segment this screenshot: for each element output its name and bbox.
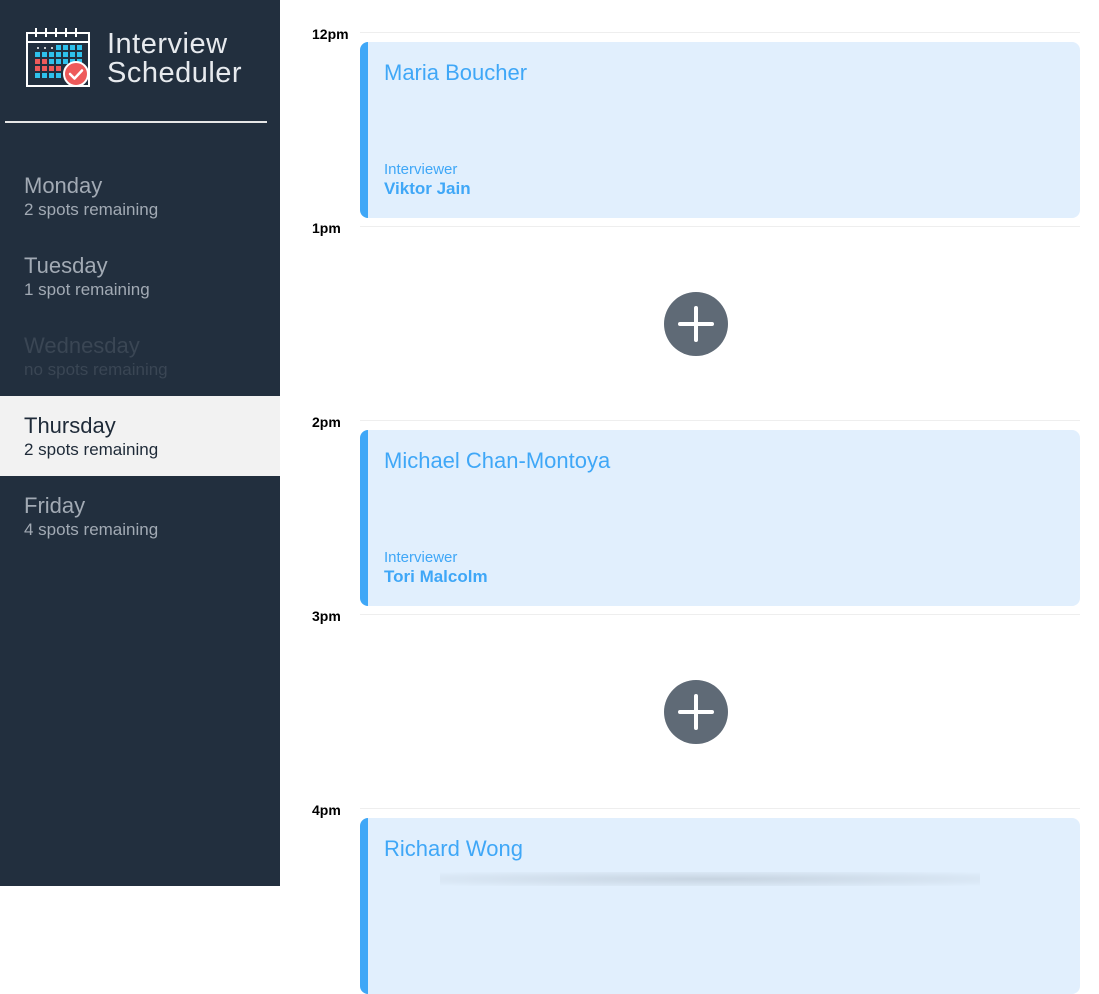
appointment-card[interactable]: Maria Boucher Interviewer Viktor Jain: [360, 42, 1080, 218]
appointment-card[interactable]: Richard Wong: [360, 818, 1080, 994]
appointment-card[interactable]: Michael Chan-Montoya Interviewer Tori Ma…: [360, 430, 1080, 606]
time-label: 3pm: [312, 608, 341, 624]
day-spots: no spots remaining: [24, 360, 168, 379]
slot-divider: [360, 32, 1080, 33]
sidebar-divider: [5, 121, 267, 123]
day-item-monday[interactable]: Monday 2 spots remaining: [0, 156, 280, 236]
day-item-friday[interactable]: Friday 4 spots remaining: [0, 476, 280, 556]
app-title-line2: Scheduler: [107, 57, 243, 89]
plus-icon: [678, 306, 714, 342]
sidebar: Interview Scheduler Monday 2 spots remai…: [0, 0, 280, 886]
interviewer-name: Viktor Jain: [384, 179, 471, 198]
day-spots: 2 spots remaining: [24, 440, 159, 459]
add-appointment-button[interactable]: [664, 292, 728, 356]
day-list: Monday 2 spots remaining Tuesday 1 spot …: [0, 156, 280, 556]
student-name: Michael Chan-Montoya: [384, 448, 611, 473]
interviewer-name: Tori Malcolm: [384, 567, 488, 586]
time-label: 4pm: [312, 802, 341, 818]
app-title-line1: Interview: [107, 28, 228, 60]
interviewer-label: Interviewer: [384, 549, 458, 566]
slot-divider: [360, 420, 1080, 421]
day-item-tuesday[interactable]: Tuesday 1 spot remaining: [0, 236, 280, 316]
student-name: Richard Wong: [384, 836, 523, 861]
day-item-thursday[interactable]: Thursday 2 spots remaining: [0, 396, 280, 476]
calendar-check-icon: [26, 28, 92, 90]
interviewer-label: Interviewer: [384, 161, 458, 178]
schedule: 12pm Maria Boucher Interviewer Viktor Ja…: [280, 0, 1099, 994]
app-title: Interview Scheduler: [107, 30, 242, 88]
day-name: Monday: [24, 173, 103, 198]
plus-icon: [678, 694, 714, 730]
student-name: Maria Boucher: [384, 60, 528, 85]
slot-divider: [360, 614, 1080, 615]
slot-divider: [360, 226, 1080, 227]
day-item-wednesday[interactable]: Wednesday no spots remaining: [0, 316, 280, 396]
card-shadow: [440, 872, 980, 886]
day-name: Wednesday: [24, 333, 140, 358]
time-label: 1pm: [312, 220, 341, 236]
day-name: Tuesday: [24, 253, 108, 278]
day-name: Thursday: [24, 413, 116, 438]
slot-divider: [360, 808, 1080, 809]
add-appointment-button[interactable]: [664, 680, 728, 744]
time-label: 2pm: [312, 414, 341, 430]
day-spots: 4 spots remaining: [24, 520, 159, 539]
time-label: 12pm: [312, 26, 349, 42]
day-name: Friday: [24, 493, 86, 518]
day-spots: 1 spot remaining: [24, 280, 150, 299]
day-spots: 2 spots remaining: [24, 200, 159, 219]
